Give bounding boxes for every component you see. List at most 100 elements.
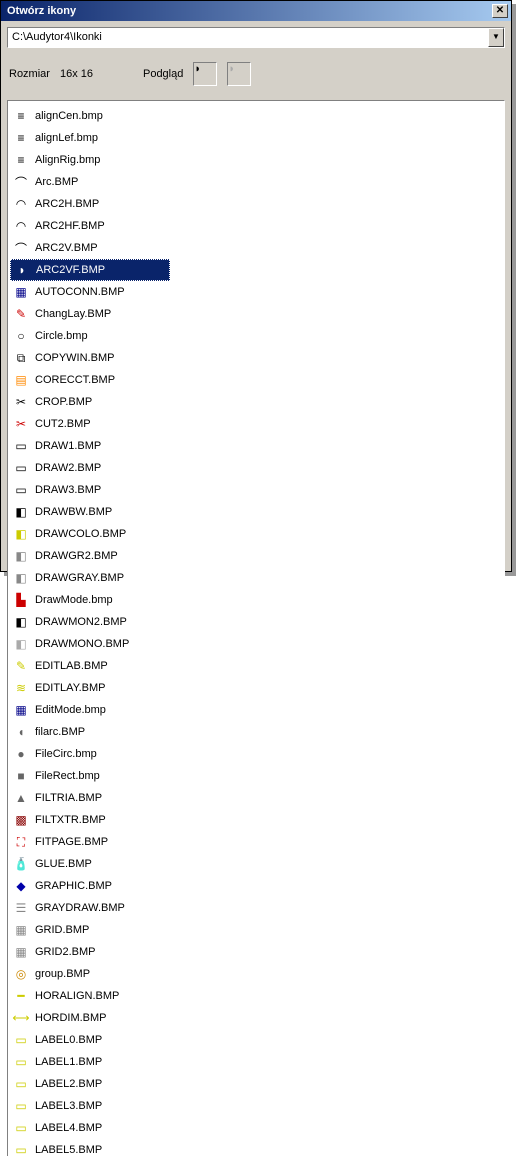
list-item[interactable]: ✎ ChangLay.BMP: [10, 303, 170, 325]
list-item[interactable]: ⛶ FITPAGE.BMP: [10, 831, 170, 853]
file-icon: ▭: [13, 1076, 29, 1092]
list-item[interactable]: ⌒ARC2V.BMP: [10, 237, 170, 259]
list-item[interactable]: ▭ DRAW3.BMP: [10, 479, 170, 501]
list-item[interactable]: 🧴GLUE.BMP: [10, 853, 170, 875]
file-name: ARC2VF.BMP: [36, 264, 105, 276]
file-name: DrawMode.bmp: [35, 594, 113, 606]
file-name: LABEL3.BMP: [35, 1100, 102, 1112]
file-icon: ◎: [13, 966, 29, 982]
list-item[interactable]: ≋EDITLAY.BMP: [10, 677, 170, 699]
file-name: Arc.BMP: [35, 176, 78, 188]
file-name: DRAW3.BMP: [35, 484, 101, 496]
file-name: LABEL1.BMP: [35, 1056, 102, 1068]
list-item[interactable]: ≡alignCen.bmp: [10, 105, 170, 127]
file-icon: ◧: [13, 570, 29, 586]
list-item[interactable]: ✎EDITLAB.BMP: [10, 655, 170, 677]
path-text[interactable]: C:\Audytor4\Ikonki: [8, 28, 488, 47]
list-item[interactable]: ▦AUTOCONN.BMP: [10, 281, 170, 303]
list-item[interactable]: ▭DRAW1.BMP: [10, 435, 170, 457]
file-name: GRID.BMP: [35, 924, 89, 936]
file-name: AlignRig.bmp: [35, 154, 100, 166]
list-item[interactable]: ☰GRAYDRAW.BMP: [10, 897, 170, 919]
file-name: LABEL5.BMP: [35, 1144, 102, 1156]
dialog-window: Otwórz ikony ✕ C:\Audytor4\Ikonki ▼ Rozm…: [0, 0, 512, 572]
list-item[interactable]: ≡alignLef.bmp: [10, 127, 170, 149]
file-name: alignLef.bmp: [35, 132, 98, 144]
list-item[interactable]: ◧DRAWMON2.BMP: [10, 611, 170, 633]
file-name: CORECCT.BMP: [35, 374, 115, 386]
list-item[interactable]: ▭ LABEL5.BMP: [10, 1139, 170, 1156]
file-name: FileCirc.bmp: [35, 748, 97, 760]
file-icon: ▭: [13, 1142, 29, 1156]
list-item[interactable]: ▭LABEL3.BMP: [10, 1095, 170, 1117]
file-name: HORALIGN.BMP: [35, 990, 119, 1002]
list-item[interactable]: ◎ group.BMP: [10, 963, 170, 985]
list-item[interactable]: ▭LABEL2.BMP: [10, 1073, 170, 1095]
file-name: EDITLAY.BMP: [35, 682, 106, 694]
list-item[interactable]: ◧ DRAWMONO.BMP: [10, 633, 170, 655]
file-name: group.BMP: [35, 968, 90, 980]
list-item[interactable]: ⌒ Arc.BMP: [10, 171, 170, 193]
file-name: DRAWMONO.BMP: [35, 638, 129, 650]
list-item[interactable]: ◧DRAWCOLO.BMP: [10, 523, 170, 545]
file-name: ChangLay.BMP: [35, 308, 111, 320]
list-item[interactable]: ◧DRAWBW.BMP: [10, 501, 170, 523]
path-combobox[interactable]: C:\Audytor4\Ikonki ▼: [7, 27, 505, 48]
file-icon: ◧: [13, 636, 29, 652]
list-item[interactable]: ◗ ARC2VF.BMP: [10, 259, 170, 281]
list-item[interactable]: ✂CUT2.BMP: [10, 413, 170, 435]
file-icon: ○: [13, 328, 29, 344]
list-item[interactable]: ▭LABEL4.BMP: [10, 1117, 170, 1139]
size-value: 16x 16: [60, 68, 93, 80]
list-item[interactable]: ●FileCirc.bmp: [10, 743, 170, 765]
file-icon: ▤: [13, 372, 29, 388]
preview-slot-1: ◗: [193, 62, 217, 86]
close-button[interactable]: ✕: [492, 4, 508, 18]
file-icon: ◗: [14, 262, 30, 278]
file-icon: ✎: [13, 306, 29, 322]
file-icon: ⛶: [13, 834, 29, 850]
file-name: FILTRIA.BMP: [35, 792, 102, 804]
file-icon: ☰: [13, 900, 29, 916]
file-name: FITPAGE.BMP: [35, 836, 108, 848]
file-icon: ≡: [13, 108, 29, 124]
list-item[interactable]: ▤ CORECCT.BMP: [10, 369, 170, 391]
file-name: EditMode.bmp: [35, 704, 106, 716]
list-item[interactable]: ▦GRID2.BMP: [10, 941, 170, 963]
file-icon: ◆: [13, 878, 29, 894]
list-item[interactable]: ▲FILTRIA.BMP: [10, 787, 170, 809]
list-item[interactable]: ○Circle.bmp: [10, 325, 170, 347]
file-icon: ◖: [13, 724, 29, 740]
file-name: AUTOCONN.BMP: [35, 286, 125, 298]
file-icon: ▩: [13, 812, 29, 828]
file-icon: ▦: [13, 922, 29, 938]
list-item[interactable]: ▭LABEL1.BMP: [10, 1051, 170, 1073]
list-item[interactable]: ◧DRAWGR2.BMP: [10, 545, 170, 567]
file-icon: ≡: [13, 152, 29, 168]
list-item[interactable]: ▦ GRID.BMP: [10, 919, 170, 941]
size-label: Rozmiar: [9, 68, 50, 80]
file-icon: ⌒: [13, 174, 29, 190]
list-item[interactable]: ▭DRAW2.BMP: [10, 457, 170, 479]
file-icon: ━: [13, 988, 29, 1004]
list-item[interactable]: ◠ARC2H.BMP: [10, 193, 170, 215]
file-name: DRAWBW.BMP: [35, 506, 112, 518]
file-icon: ◧: [13, 614, 29, 630]
list-item[interactable]: ⟷HORDIM.BMP: [10, 1007, 170, 1029]
list-item[interactable]: ━ HORALIGN.BMP: [10, 985, 170, 1007]
list-item[interactable]: ▭LABEL0.BMP: [10, 1029, 170, 1051]
list-item[interactable]: ▩FILTXTR.BMP: [10, 809, 170, 831]
file-icon: ▭: [13, 482, 29, 498]
list-item[interactable]: ◧DRAWGRAY.BMP: [10, 567, 170, 589]
list-item[interactable]: ◠ARC2HF.BMP: [10, 215, 170, 237]
file-list[interactable]: ≡alignCen.bmp≡alignLef.bmp≡AlignRig.bmp⌒…: [10, 105, 502, 1156]
list-item[interactable]: ≡ AlignRig.bmp: [10, 149, 170, 171]
list-item[interactable]: ▦EditMode.bmp: [10, 699, 170, 721]
list-item[interactable]: ⧉COPYWIN.BMP: [10, 347, 170, 369]
list-item[interactable]: ■FileRect.bmp: [10, 765, 170, 787]
list-item[interactable]: ✂CROP.BMP: [10, 391, 170, 413]
list-item[interactable]: ▙DrawMode.bmp: [10, 589, 170, 611]
list-item[interactable]: ◖filarc.BMP: [10, 721, 170, 743]
list-item[interactable]: ◆GRAPHIC.BMP: [10, 875, 170, 897]
path-dropdown-button[interactable]: ▼: [488, 28, 504, 47]
